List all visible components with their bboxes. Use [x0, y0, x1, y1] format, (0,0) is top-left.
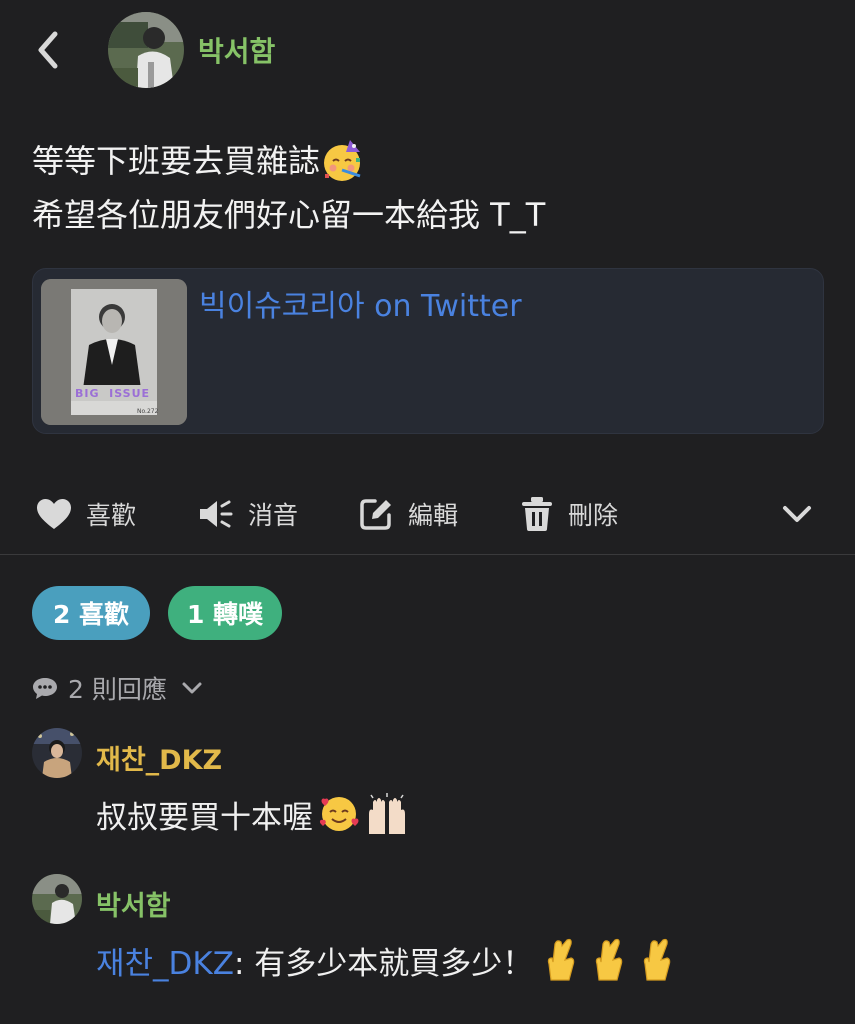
crossed-fingers-emoji	[548, 938, 575, 981]
commenter-avatar[interactable]	[32, 728, 82, 778]
mute-button[interactable]: 消音	[198, 488, 298, 540]
delete-button[interactable]: 刪除	[520, 488, 618, 540]
post-content: 等等下班要去買雜誌 希望各位朋友們好心留一本給我 T_T	[32, 134, 822, 242]
post-text-line-2: 希望各位朋友們好心留一本給我 T_T	[32, 196, 546, 234]
back-button[interactable]	[28, 30, 68, 70]
speech-bubble-icon	[33, 678, 57, 699]
crossed-fingers-emoji	[644, 938, 671, 981]
raising-hands-emoji	[369, 793, 405, 834]
author-avatar[interactable]	[108, 12, 184, 88]
replies-count-label: 2 則回應	[68, 675, 167, 704]
author-name[interactable]: 박서함	[198, 30, 275, 70]
partying-face-emoji	[324, 140, 361, 181]
trash-icon	[522, 497, 552, 531]
commenter-name[interactable]: 박서함	[96, 884, 171, 923]
post-line-1: 等等下班要去買雜誌	[32, 134, 822, 188]
magazine-masthead: BIG ISSUE	[75, 387, 151, 400]
smiling-face-with-hearts-emoji	[319, 797, 359, 831]
edit-icon	[360, 499, 391, 530]
chevron-left-icon	[38, 31, 58, 69]
comment-text: 叔叔要買十本喔	[96, 792, 411, 836]
delete-label: 刪除	[568, 501, 619, 530]
crossed-fingers-emoji	[596, 938, 623, 981]
reblogs-count-pill[interactable]: 1 轉噗	[168, 586, 282, 640]
comment-text: 재찬_DKZ : 有多少本就買多少！	[96, 938, 677, 982]
chevron-down-icon	[783, 506, 811, 522]
post-line-2: 希望各位朋友們好心留一本給我 T_T	[32, 188, 822, 242]
edit-label: 編輯	[408, 501, 459, 530]
link-card-title[interactable]: 빅이슈코리아 on Twitter	[199, 281, 522, 325]
like-label: 喜歡	[86, 501, 137, 530]
replies-toggle[interactable]: 2 則回應	[32, 668, 203, 708]
magazine-cover-thumbnail: BIG ISSUE No.272	[41, 279, 187, 425]
edit-button[interactable]: 編輯	[358, 488, 458, 540]
speaker-mute-icon	[200, 500, 233, 528]
mute-label: 消音	[248, 501, 299, 530]
magazine-issue-number: No.272	[137, 408, 159, 415]
commenter-avatar[interactable]	[32, 874, 82, 924]
more-options-button[interactable]	[779, 496, 815, 532]
like-button[interactable]: 喜歡	[36, 488, 136, 540]
plurk-page: 박서함 等等下班要去買雜誌 希望各位朋友們好心留一本給我 T_T BIG ISS…	[0, 0, 855, 1024]
post-text-line-1: 等等下班要去買雜誌	[32, 142, 321, 180]
divider	[0, 554, 855, 555]
mention-link[interactable]: 재찬_DKZ	[96, 938, 234, 983]
chevron-down-icon	[182, 682, 202, 694]
likes-count-pill[interactable]: 2 喜歡	[32, 586, 150, 640]
link-preview-card[interactable]: BIG ISSUE No.272 빅이슈코리아 on Twitter	[32, 268, 824, 434]
commenter-name[interactable]: 재찬_DKZ	[96, 738, 222, 777]
heart-icon	[37, 499, 71, 529]
comment-body: : 有多少本就買多少！	[233, 945, 534, 982]
action-bar: 喜歡 消音 編輯 刪除	[0, 488, 855, 540]
comment-body: 叔叔要買十本喔	[96, 799, 313, 836]
